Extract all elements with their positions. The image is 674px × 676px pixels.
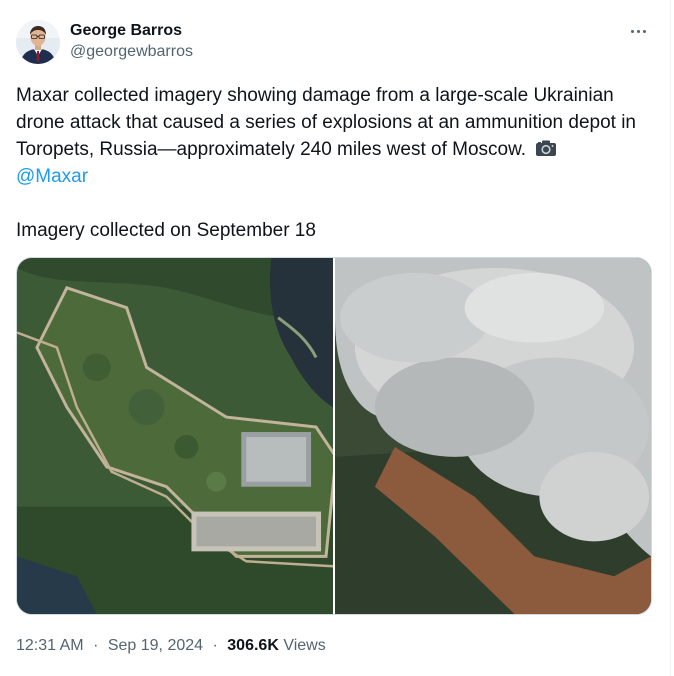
timeline-border (670, 0, 671, 676)
tweet-header: George Barros @georgewbarros (16, 18, 654, 66)
tweet-date[interactable]: Sep 19, 2024 (108, 637, 203, 654)
mention-link[interactable]: @Maxar (16, 166, 88, 187)
satellite-image-before[interactable] (17, 258, 333, 614)
meta-separator: · (93, 637, 99, 654)
camera-icon (536, 140, 557, 156)
media-grid (16, 257, 652, 615)
avatar-image (16, 20, 60, 64)
meta-separator: · (212, 637, 218, 654)
tweet-subtext: Imagery collected on September 18 (16, 220, 316, 241)
tweet-time[interactable]: 12:31 AM (16, 637, 84, 654)
views-count[interactable]: 306.6K (227, 637, 279, 654)
avatar[interactable] (16, 20, 60, 64)
author-names: George Barros @georgewbarros (70, 21, 193, 63)
more-dot-icon (642, 29, 646, 33)
more-options-button[interactable] (622, 18, 654, 44)
satellite-image-after[interactable] (335, 258, 651, 614)
tweet-text: Maxar collected imagery showing damage f… (16, 82, 656, 190)
views-label: Views (283, 637, 326, 654)
author-display-name[interactable]: George Barros (70, 21, 193, 41)
more-dot-icon (630, 29, 634, 33)
more-dot-icon (636, 29, 640, 33)
author-handle[interactable]: @georgewbarros (70, 41, 193, 63)
tweet-meta: 12:31 AM · Sep 19, 2024 · 306.6K Views (16, 636, 326, 656)
